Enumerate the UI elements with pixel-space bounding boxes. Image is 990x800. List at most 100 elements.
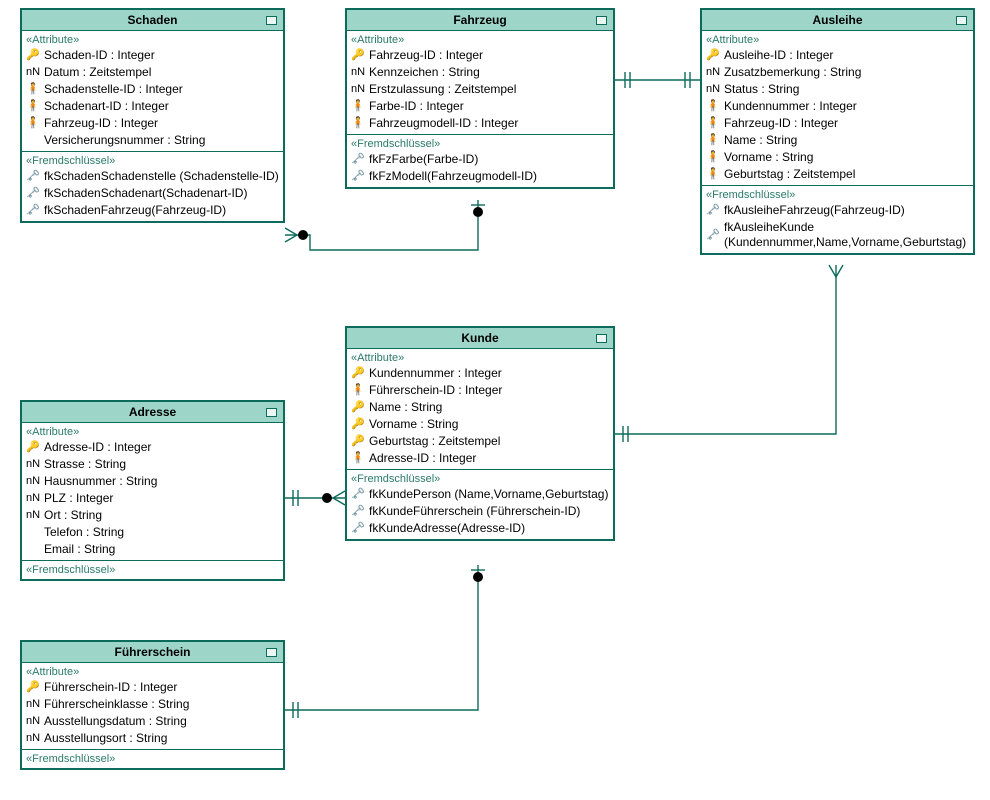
stereotype-fk: «Fremdschlüssel»: [706, 188, 969, 202]
stereotype-attr: «Attribute»: [706, 33, 969, 47]
fk-row: 🗝️fkKundeFührerschein (Führerschein-ID): [351, 503, 609, 520]
notnull-icon: nN: [26, 714, 40, 729]
fk-icon: 🧍: [26, 99, 40, 114]
stereotype-fk: «Fremdschlüssel»: [26, 154, 279, 168]
fkkey-icon: 🗝️: [26, 203, 40, 218]
attr-row: 🔑Name : String: [351, 399, 609, 416]
notnull-icon: nN: [706, 65, 720, 80]
attr-row: nNHausnummer : String: [26, 473, 279, 490]
notnull-icon: nN: [26, 731, 40, 746]
entity-fuehrerschein[interactable]: Führerschein «Attribute» 🔑Führerschein-I…: [20, 640, 285, 770]
attr-row: nNStrasse : String: [26, 456, 279, 473]
fkkey-icon: 🗝️: [351, 487, 365, 502]
entity-title: Schaden: [22, 10, 283, 31]
pk-icon: 🔑: [26, 440, 40, 455]
attr-row: 🔑Kundennummer : Integer: [351, 365, 609, 382]
entity-fahrzeug[interactable]: Fahrzeug «Attribute» 🔑Fahrzeug-ID : Inte…: [345, 8, 615, 189]
fkkey-icon: 🗝️: [351, 169, 365, 184]
entity-title: Fahrzeug: [347, 10, 613, 31]
attr-row: nNErstzulassung : Zeitstempel: [351, 81, 609, 98]
attr-row: 🧍Fahrzeug-ID : Integer: [26, 115, 279, 132]
entity-box-icon: [596, 334, 607, 343]
entity-box-icon: [266, 408, 277, 417]
attr-row: Email : String: [26, 541, 279, 558]
fk-section: «Fremdschlüssel»: [22, 750, 283, 768]
attr-section: «Attribute» 🔑Schaden-ID : Integer nNDatu…: [22, 31, 283, 152]
fk-row: 🗝️fkKundePerson (Name,Vorname,Geburtstag…: [351, 486, 609, 503]
attr-row: 🧍Kundennummer : Integer: [706, 98, 969, 115]
fk-row: 🗝️fkSchadenSchadenart(Schadenart-ID): [26, 185, 279, 202]
attr-row: 🧍Adresse-ID : Integer: [351, 450, 609, 467]
fk-icon: 🧍: [26, 116, 40, 131]
attr-row: 🔑Schaden-ID : Integer: [26, 47, 279, 64]
attr-row: nNDatum : Zeitstempel: [26, 64, 279, 81]
attr-row: 🧍Schadenstelle-ID : Integer: [26, 81, 279, 98]
attr-section: «Attribute» 🔑Ausleihe-ID : Integer nNZus…: [702, 31, 973, 186]
entity-adresse[interactable]: Adresse «Attribute» 🔑Adresse-ID : Intege…: [20, 400, 285, 581]
attr-row: 🧍Farbe-ID : Integer: [351, 98, 609, 115]
rel-adresse-kunde: [285, 486, 345, 510]
rel-fahrzeug-ausleihe: [615, 68, 700, 92]
notnull-icon: nN: [26, 697, 40, 712]
stereotype-attr: «Attribute»: [351, 351, 609, 365]
attr-row: nNAusstellungsdatum : String: [26, 713, 279, 730]
fkkey-icon: 🗝️: [26, 186, 40, 201]
stereotype-fk: «Fremdschlüssel»: [351, 472, 609, 486]
entity-schaden[interactable]: Schaden «Attribute» 🔑Schaden-ID : Intege…: [20, 8, 285, 223]
pk-icon: 🔑: [351, 417, 365, 432]
rel-ausleihe-kunde: [615, 260, 845, 445]
fkkey-icon: 🗝️: [706, 228, 720, 243]
notnull-icon: nN: [26, 457, 40, 472]
notnull-icon: nN: [26, 491, 40, 506]
entity-title: Kunde: [347, 328, 613, 349]
fkkey-icon: 🗝️: [351, 521, 365, 536]
stereotype-fk: «Fremdschlüssel»: [26, 563, 279, 577]
fk-icon: 🧍: [351, 383, 365, 398]
fk-icon: 🧍: [26, 82, 40, 97]
attr-section: «Attribute» 🔑Führerschein-ID : Integer n…: [22, 663, 283, 750]
entity-ausleihe[interactable]: Ausleihe «Attribute» 🔑Ausleihe-ID : Inte…: [700, 8, 975, 255]
entity-kunde[interactable]: Kunde «Attribute» 🔑Kundennummer : Intege…: [345, 326, 615, 541]
attr-row: Telefon : String: [26, 524, 279, 541]
attr-row: 🧍Führerschein-ID : Integer: [351, 382, 609, 399]
pk-icon: 🔑: [351, 366, 365, 381]
fk-row: 🗝️fkAusleiheKunde (Kundennummer,Name,Vor…: [706, 219, 969, 251]
er-diagram-canvas: Schaden «Attribute» 🔑Schaden-ID : Intege…: [0, 0, 990, 800]
fk-section: «Fremdschlüssel» 🗝️fkAusleiheFahrzeug(Fa…: [702, 186, 973, 253]
attr-row: 🔑Vorname : String: [351, 416, 609, 433]
attr-section: «Attribute» 🔑Fahrzeug-ID : Integer nNKen…: [347, 31, 613, 135]
notnull-icon: nN: [351, 82, 365, 97]
fk-section: «Fremdschlüssel» 🗝️fkFzFarbe(Farbe-ID) 🗝…: [347, 135, 613, 187]
pk-icon: 🔑: [26, 680, 40, 695]
fk-row: 🗝️fkFzModell(Fahrzeugmodell-ID): [351, 168, 609, 185]
notnull-icon: nN: [26, 65, 40, 80]
pk-icon: 🔑: [26, 48, 40, 63]
pk-icon: 🔑: [351, 434, 365, 449]
entity-box-icon: [266, 648, 277, 657]
fkkey-icon: 🗝️: [706, 203, 720, 218]
fk-icon: 🧍: [351, 99, 365, 114]
attr-row: 🧍Schadenart-ID : Integer: [26, 98, 279, 115]
attr-row: 🧍Name : String: [706, 132, 969, 149]
fk-row: 🗝️fkAusleiheFahrzeug(Fahrzeug-ID): [706, 202, 969, 219]
pk-icon: 🔑: [706, 48, 720, 63]
fk-row: 🗝️fkSchadenSchadenstelle (Schadenstelle-…: [26, 168, 279, 185]
fk-icon: 🧍: [706, 116, 720, 131]
pk-icon: 🔑: [351, 400, 365, 415]
fk-icon: 🧍: [351, 451, 365, 466]
entity-box-icon: [596, 16, 607, 25]
notnull-icon: nN: [351, 65, 365, 80]
fk-icon: 🧍: [706, 150, 720, 165]
fk-row: 🗝️fkKundeAdresse(Adresse-ID): [351, 520, 609, 537]
entity-title: Ausleihe: [702, 10, 973, 31]
attr-row: Versicherungsnummer : String: [26, 132, 279, 149]
attr-row: nNPLZ : Integer: [26, 490, 279, 507]
pk-icon: 🔑: [351, 48, 365, 63]
attr-row: nNOrt : String: [26, 507, 279, 524]
stereotype-fk: «Fremdschlüssel»: [351, 137, 609, 151]
notnull-icon: nN: [26, 508, 40, 523]
attr-row: 🧍Vorname : String: [706, 149, 969, 166]
fk-section: «Fremdschlüssel» 🗝️fkKundePerson (Name,V…: [347, 470, 613, 539]
attr-row: nNAusstellungsort : String: [26, 730, 279, 747]
attr-row: nNZusatzbemerkung : String: [706, 64, 969, 81]
